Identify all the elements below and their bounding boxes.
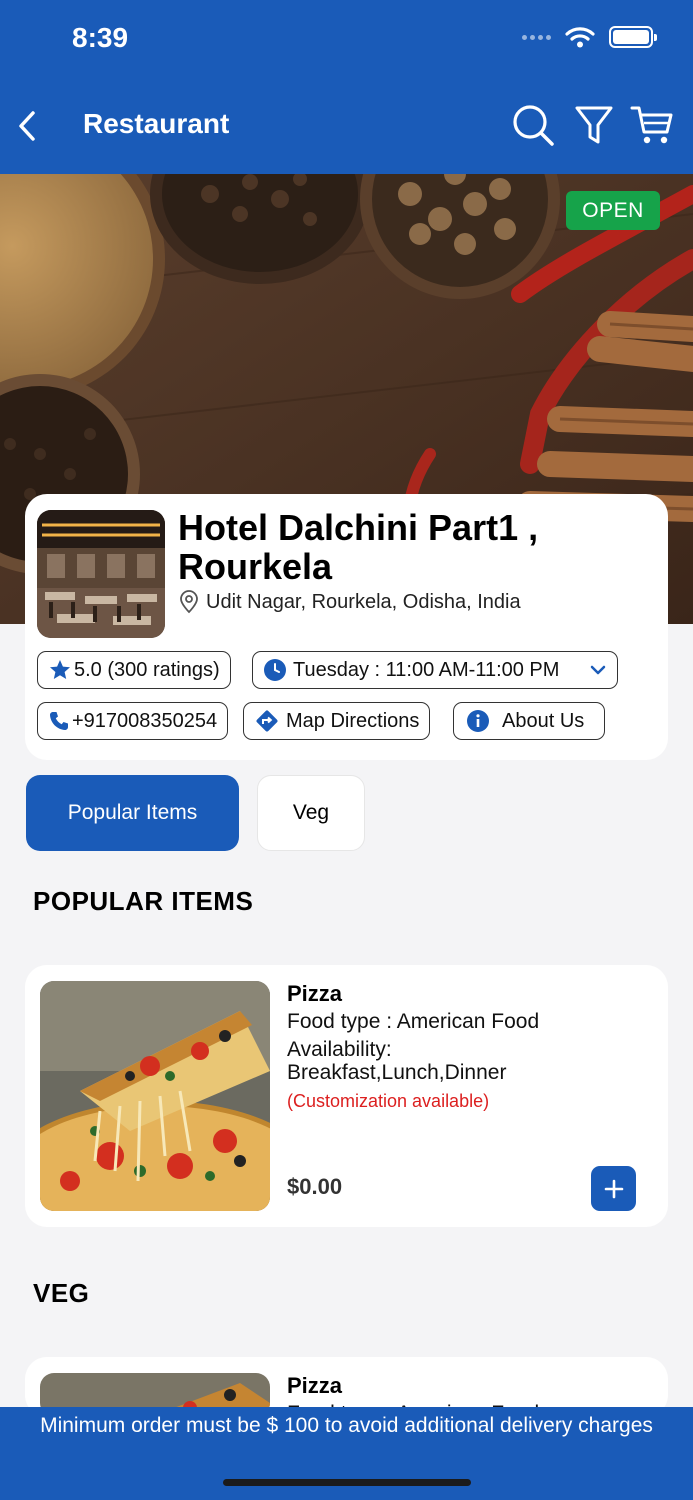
about-us-text: About Us	[502, 709, 585, 732]
star-icon	[50, 660, 70, 679]
rating-text: 5.0 (300 ratings)	[74, 658, 220, 681]
filter-button[interactable]	[571, 102, 617, 148]
phone-text: +917008350254	[72, 709, 218, 732]
info-icon	[467, 710, 489, 732]
section-heading-popular: POPULAR ITEMS	[33, 886, 254, 916]
pizza-image	[40, 981, 270, 1211]
status-time: 8:39	[72, 22, 129, 53]
minimum-order-banner: Minimum order must be $ 100 to avoid add…	[0, 1407, 693, 1500]
search-button[interactable]	[510, 102, 556, 148]
minimum-order-text: Minimum order must be $ 100 to avoid add…	[40, 1414, 653, 1437]
restaurant-thumbnail	[37, 510, 165, 638]
item-availability-label: Availability:	[287, 1038, 392, 1061]
app-screen: 8:39 Restaurant OPEN Hotel Dalchini Part…	[0, 0, 693, 1500]
location-pin-icon	[180, 590, 198, 614]
back-button[interactable]	[10, 104, 44, 148]
item-customization: (Customization available)	[287, 1091, 490, 1111]
item-price: $0.00	[287, 1174, 343, 1199]
map-directions-chip[interactable]: Map Directions	[243, 702, 431, 740]
plus-icon	[604, 1179, 623, 1198]
filter-icon	[575, 106, 613, 144]
about-us-chip[interactable]: About Us	[453, 702, 605, 740]
add-to-cart-button[interactable]	[591, 1166, 636, 1211]
tab-popular-items[interactable]: Popular Items	[26, 775, 239, 851]
battery-icon	[609, 26, 657, 48]
menu-item-card[interactable]: Pizza Food type : American Food Availabi…	[25, 965, 668, 1227]
directions-icon	[256, 710, 278, 732]
back-arrow-icon	[19, 111, 35, 141]
search-icon	[513, 105, 554, 146]
item-name: Pizza	[287, 1373, 343, 1398]
item-food-type: Food type : American Food	[287, 1010, 540, 1033]
hours-dropdown[interactable]: Tuesday : 11:00 AM-11:00 PM	[252, 651, 618, 689]
page-title: Restaurant	[83, 108, 230, 139]
item-availability: Breakfast,Lunch,Dinner	[287, 1061, 507, 1084]
clock-icon	[264, 659, 286, 681]
restaurant-address: Udit Nagar, Rourkela, Odisha, India	[178, 590, 521, 614]
rating-chip[interactable]: 5.0 (300 ratings)	[37, 651, 231, 689]
phone-chip[interactable]: +917008350254	[37, 702, 229, 740]
restaurant-info-card: Hotel Dalchini Part1 , Rourkela Udit Nag…	[25, 494, 668, 760]
tab-veg[interactable]: Veg	[257, 775, 365, 851]
section-heading-veg: VEG	[33, 1278, 90, 1308]
status-icons	[522, 26, 657, 48]
phone-icon	[50, 712, 68, 730]
hours-text: Tuesday : 11:00 AM-11:00 PM	[293, 658, 560, 681]
restaurant-name: Hotel Dalchini Part1 , Rourkela	[178, 507, 539, 587]
top-bar: 8:39 Restaurant	[0, 0, 693, 174]
chevron-down-icon	[590, 665, 606, 675]
home-indicator[interactable]	[223, 1479, 471, 1486]
wifi-icon	[565, 27, 595, 48]
map-directions-text: Map Directions	[286, 709, 420, 732]
cart-button[interactable]	[629, 102, 675, 148]
signal-icon	[522, 34, 551, 40]
address-text: Udit Nagar, Rourkela, Odisha, India	[206, 590, 521, 613]
item-name: Pizza	[287, 981, 343, 1006]
cart-icon	[630, 106, 673, 144]
open-status-badge: OPEN	[566, 191, 660, 230]
